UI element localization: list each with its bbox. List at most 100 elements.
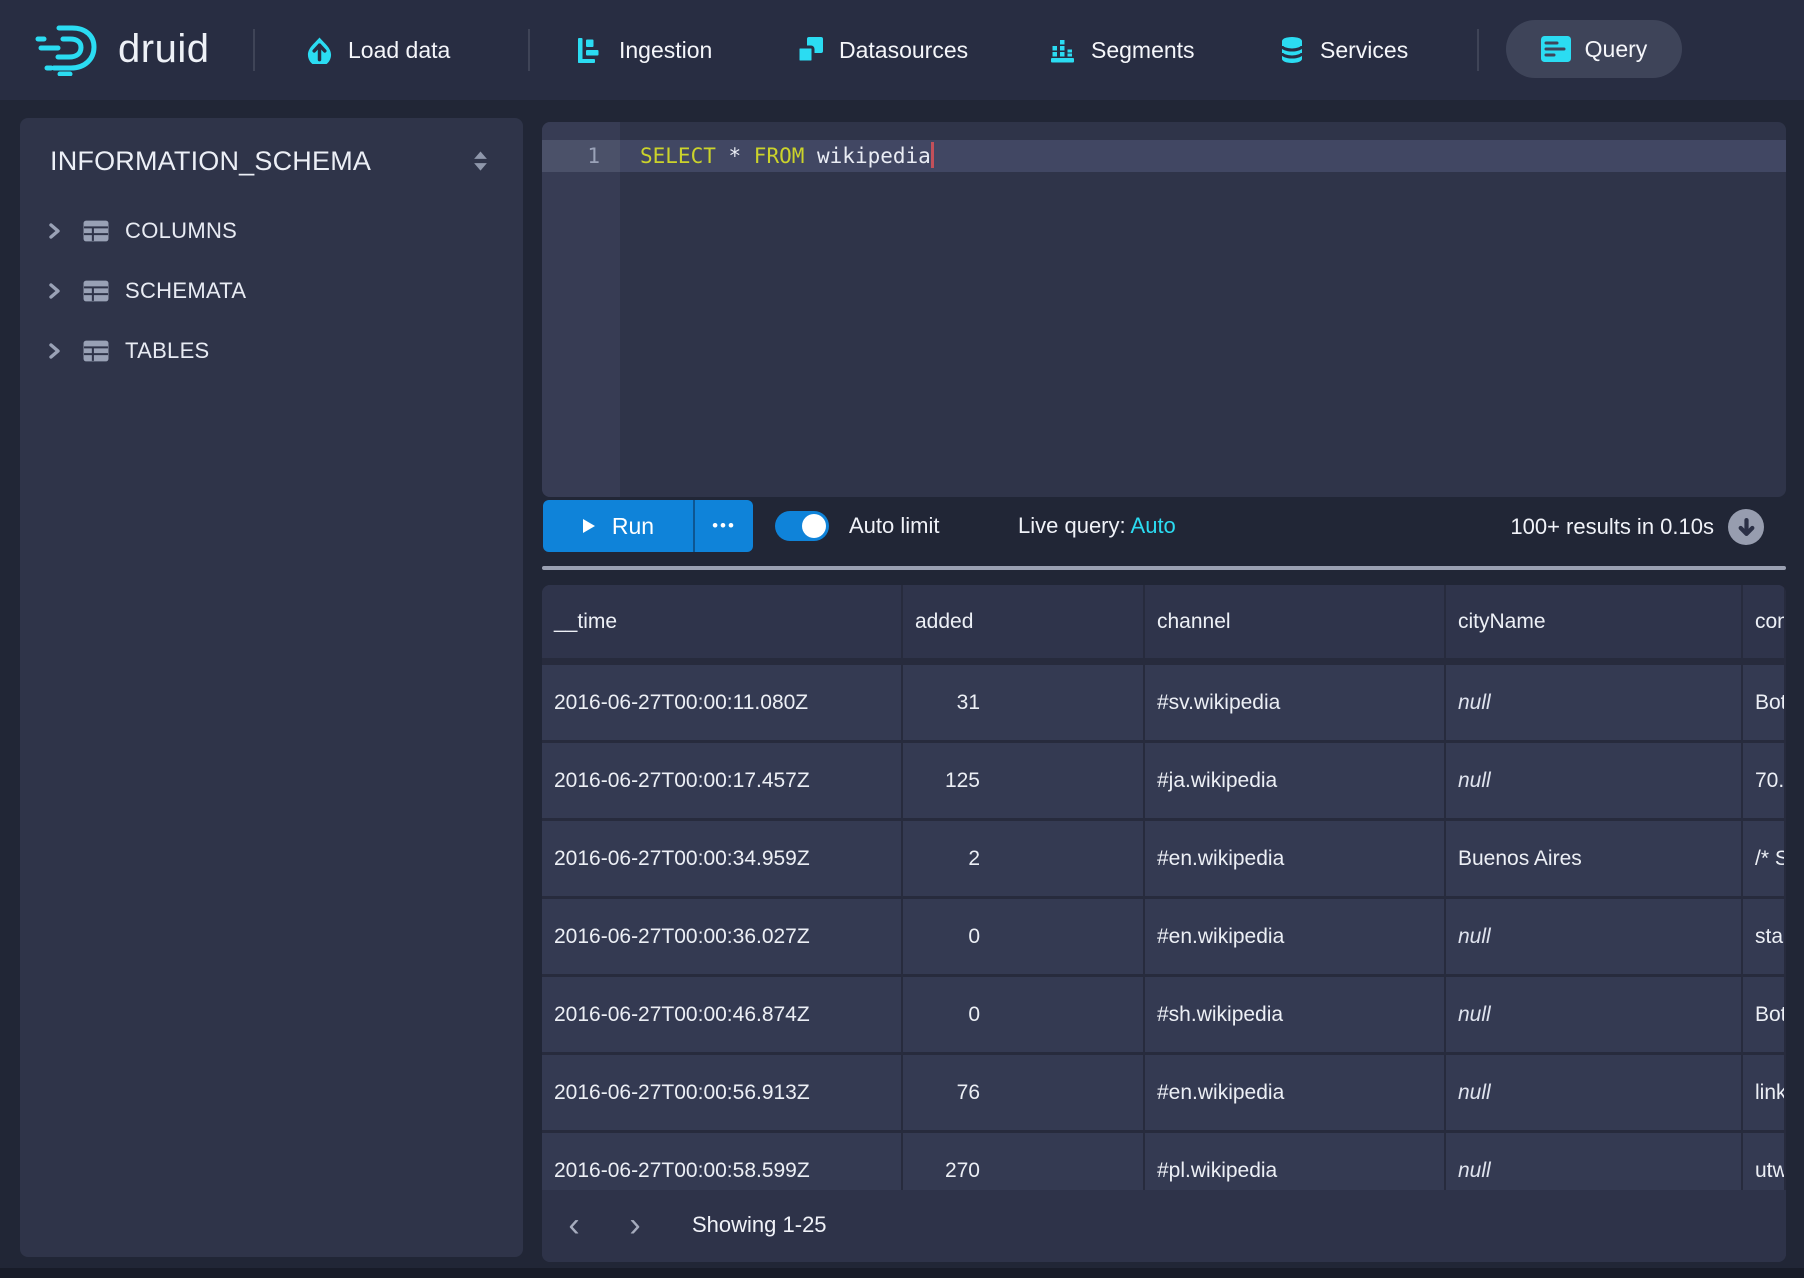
nav-item-segments[interactable]: Segments [1049,0,1195,100]
run-button-label: Run [612,513,654,540]
datasources-icon [796,36,824,64]
run-split-button: Run ••• [543,500,753,552]
table-cell[interactable]: 2016-06-27T00:00:56.913Z [542,1055,903,1130]
table-cell[interactable]: null [1446,743,1743,818]
table-cell[interactable]: #ja.wikipedia [1145,743,1446,818]
query-icon [1541,36,1571,62]
tab-query[interactable]: Query [1506,20,1682,78]
table-cell[interactable]: 2016-06-27T00:00:17.457Z [542,743,903,818]
table-cell[interactable]: 0 [903,977,1145,1052]
chevron-right-icon[interactable] [47,282,61,300]
column-header-comment[interactable]: comment [1743,585,1786,658]
more-dots-icon: ••• [712,516,736,536]
table-icon [83,220,109,242]
table-cell[interactable]: #en.wikipedia [1145,1055,1446,1130]
results-panel: __timeaddedchannelcityNamecomment 2016-0… [542,585,1786,1262]
table-cell[interactable]: sta [1743,899,1786,974]
live-query-control[interactable]: Live query: Auto [1018,513,1176,539]
sidebar-item-schemata[interactable]: SCHEMATA [20,267,523,315]
nav-item-datasources[interactable]: Datasources [796,0,968,100]
table-cell[interactable]: Bot [1743,977,1786,1052]
window-bottom-edge [0,1268,1804,1278]
table-row: 2016-06-27T00:00:46.874Z0#sh.wikipedianu… [542,977,1786,1055]
table-cell[interactable]: #en.wikipedia [1145,899,1446,974]
nav-item-load-data[interactable]: Load data [306,0,450,100]
table-icon [83,280,109,302]
table-cell[interactable]: #en.wikipedia [1145,821,1446,896]
column-header-time[interactable]: __time [542,585,903,658]
chevron-right-icon[interactable] [47,342,61,360]
table-cell[interactable]: /* S [1743,821,1786,896]
null-value: null [1458,1081,1491,1105]
run-button[interactable]: Run [543,500,693,552]
page-prev-button[interactable]: ‹ [554,1204,594,1248]
table-cell[interactable]: 2 [903,821,1145,896]
auto-limit-label: Auto limit [849,513,939,539]
sidebar-item-tables[interactable]: TABLES [20,327,523,375]
sql-token-plain: * [716,144,754,168]
table-cell[interactable]: 125 [903,743,1145,818]
live-query-value[interactable]: Auto [1131,513,1176,538]
table-cell[interactable]: Bot [1743,665,1786,740]
tab-query-label: Query [1585,36,1648,63]
schema-selector-double-caret-icon[interactable] [472,150,489,172]
nav-divider [253,29,255,71]
null-value: null [1458,925,1491,949]
brand[interactable]: druid [34,22,209,76]
table-cell[interactable]: 2016-06-27T00:00:36.027Z [542,899,903,974]
segments-icon [1049,37,1076,64]
table-icon [83,340,109,362]
column-header-channel[interactable]: channel [1145,585,1446,658]
table-cell[interactable]: link [1743,1055,1786,1130]
table-cell[interactable]: #sv.wikipedia [1145,665,1446,740]
sql-token-keyword: FROM [754,144,805,168]
table-cell[interactable]: Buenos Aires [1446,821,1743,896]
download-icon [1738,518,1755,537]
services-icon [1279,36,1305,64]
nav-item-label: Load data [348,37,450,64]
table-row: 2016-06-27T00:00:34.959Z2#en.wikipediaBu… [542,821,1786,899]
column-header-cityName[interactable]: cityName [1446,585,1743,658]
table-cell[interactable]: null [1446,665,1743,740]
schema-title: INFORMATION_SCHEMA [50,146,371,177]
results-divider [542,566,1786,570]
table-cell[interactable]: 70. [1743,743,1786,818]
pagination-bar: ‹ › Showing 1-25 [542,1190,1786,1262]
auto-limit-toggle[interactable] [775,511,829,541]
sql-token-plain: wikipedia [804,144,930,168]
table-row: 2016-06-27T00:00:11.080Z31#sv.wikipedia n… [542,665,1786,743]
column-header-added[interactable]: added [903,585,1145,658]
results-body: 2016-06-27T00:00:11.080Z31#sv.wikipedia n… [542,665,1786,1211]
table-cell[interactable]: null [1446,899,1743,974]
query-toolbar: Run ••• Auto limit Live query: Auto 100+… [542,497,1786,566]
table-cell[interactable]: 2016-06-27T00:00:46.874Z [542,977,903,1052]
sidebar-item-columns[interactable]: COLUMNS [20,207,523,255]
table-cell[interactable]: null [1446,1055,1743,1130]
nav-item-services[interactable]: Services [1279,0,1408,100]
nav-item-ingestion[interactable]: Ingestion [577,0,712,100]
editor-gutter [542,122,620,497]
null-value: null [1458,769,1491,793]
table-cell[interactable]: 2016-06-27T00:00:11.080Z [542,665,903,740]
sql-query-text[interactable]: SELECT * FROM wikipedia [640,140,934,172]
sql-token-keyword: SELECT [640,144,716,168]
table-cell[interactable]: 31 [903,665,1145,740]
nav-item-label: Ingestion [619,37,712,64]
results-header-row: __timeaddedchannelcityNamecomment [542,585,1786,665]
table-cell[interactable]: 2016-06-27T00:00:34.959Z [542,821,903,896]
page-next-button[interactable]: › [615,1204,655,1248]
results-summary: 100+ results in 0.10s [1510,514,1714,540]
sql-editor[interactable]: 1 SELECT * FROM wikipedia [542,122,1786,497]
sidebar-item-label: TABLES [125,338,210,364]
sidebar-item-label: COLUMNS [125,218,237,244]
null-value: null [1458,691,1491,715]
table-cell[interactable]: 0 [903,899,1145,974]
download-results-button[interactable] [1728,509,1764,545]
table-cell[interactable]: null [1446,977,1743,1052]
table-cell[interactable]: 76 [903,1055,1145,1130]
nav-item-label: Services [1320,37,1408,64]
run-more-button[interactable]: ••• [693,500,753,552]
druid-logo-icon [34,22,108,76]
table-cell[interactable]: #sh.wikipedia [1145,977,1446,1052]
chevron-right-icon[interactable] [47,222,61,240]
